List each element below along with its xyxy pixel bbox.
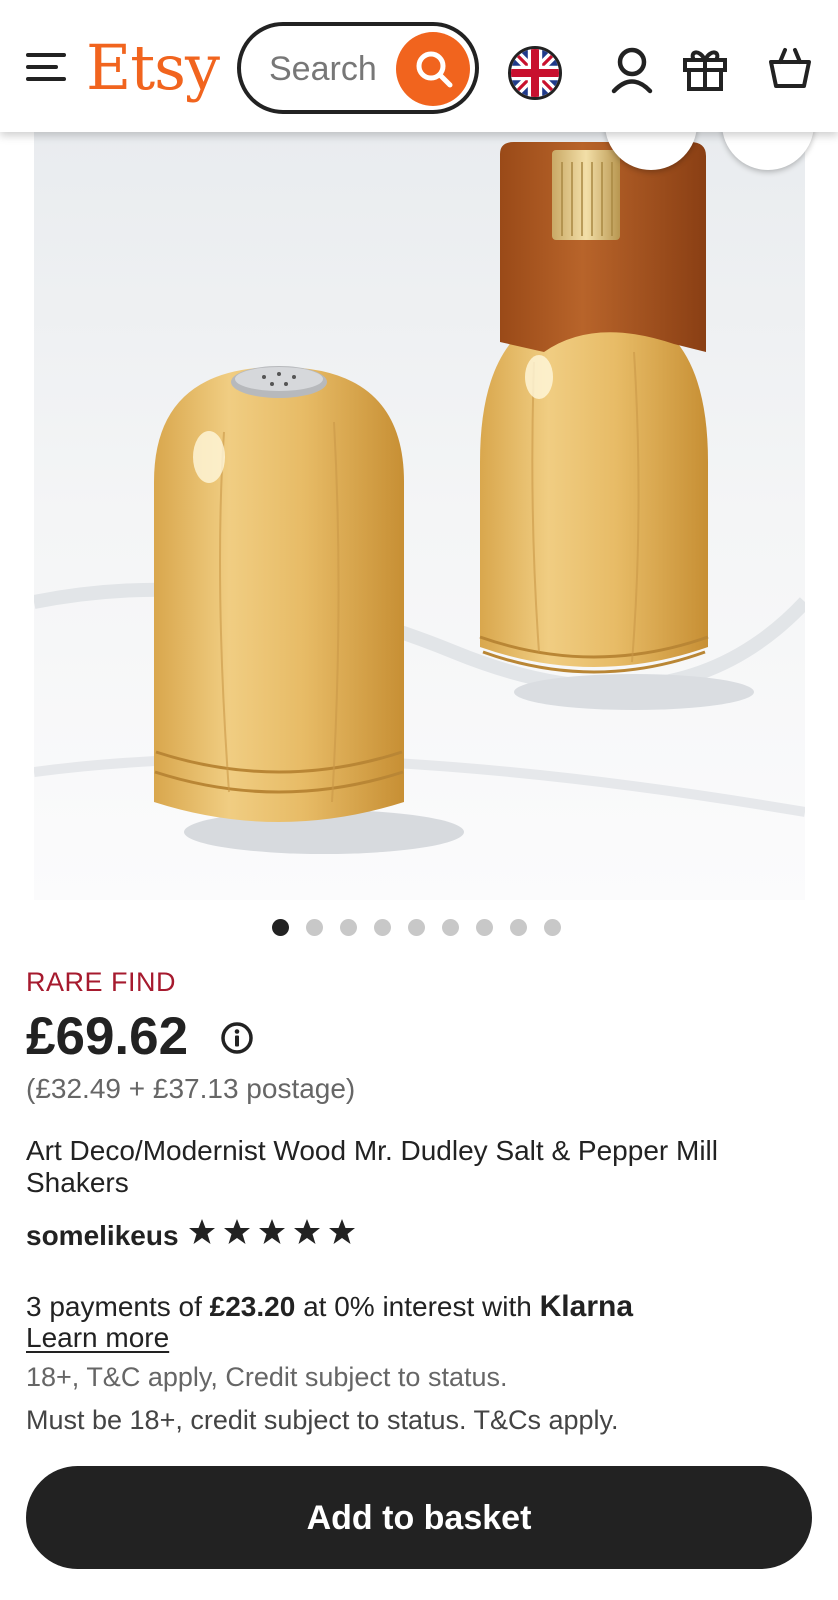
etsy-logo[interactable]: Etsy <box>86 30 220 106</box>
add-to-basket-button[interactable]: Add to basket <box>26 1466 812 1569</box>
carousel-dot[interactable] <box>442 919 459 936</box>
search-placeholder: Search <box>269 50 377 88</box>
product-title: Art Deco/Modernist Wood Mr. Dudley Salt … <box>26 1135 718 1198</box>
star-icon <box>224 1219 250 1244</box>
info-icon[interactable] <box>220 1021 254 1055</box>
klarna-middle: at 0% interest with <box>295 1291 540 1322</box>
shop-name-link[interactable]: somelikeus <box>26 1220 179 1252</box>
rating-stars[interactable] <box>188 1218 358 1248</box>
carousel-dot[interactable] <box>374 919 391 936</box>
star-icon <box>259 1219 285 1244</box>
learn-more-link[interactable]: Learn more <box>26 1322 169 1354</box>
credit-disclaimer: Must be 18+, credit subject to status. T… <box>26 1405 619 1435</box>
gift-icon[interactable] <box>682 46 728 92</box>
carousel-dot[interactable] <box>510 919 527 936</box>
klarna-prefix: 3 payments of <box>26 1291 210 1322</box>
search-button[interactable] <box>396 32 470 106</box>
carousel-dot[interactable] <box>306 919 323 936</box>
carousel-dot[interactable] <box>408 919 425 936</box>
product-price: £69.62 <box>26 1007 189 1066</box>
star-icon <box>329 1219 355 1244</box>
rare-find-badge: RARE FIND <box>26 967 177 997</box>
klarna-fine-print: 18+, T&C apply, Credit subject to status… <box>26 1362 508 1392</box>
klarna-payment-info: 3 payments of £23.20 at 0% interest with… <box>26 1290 633 1324</box>
top-nav-bar: Etsy Search <box>0 0 838 132</box>
user-icon[interactable] <box>610 46 654 94</box>
star-icon <box>189 1219 215 1244</box>
klarna-brand: Klarna <box>539 1290 634 1323</box>
search-icon <box>416 51 453 88</box>
carousel-dot[interactable] <box>340 919 357 936</box>
carousel-dot[interactable] <box>272 919 289 936</box>
product-image[interactable] <box>34 132 805 900</box>
carousel-dot[interactable] <box>544 919 561 936</box>
basket-icon[interactable] <box>768 46 812 90</box>
carousel-dot[interactable] <box>476 919 493 936</box>
price-breakdown: (£32.49 + £37.13 postage) <box>26 1073 356 1104</box>
uk-flag-icon[interactable] <box>508 46 562 100</box>
search-input[interactable]: Search <box>237 22 479 114</box>
star-icon <box>294 1219 320 1244</box>
klarna-amount: £23.20 <box>209 1291 296 1322</box>
hamburger-menu-icon[interactable] <box>26 50 68 84</box>
